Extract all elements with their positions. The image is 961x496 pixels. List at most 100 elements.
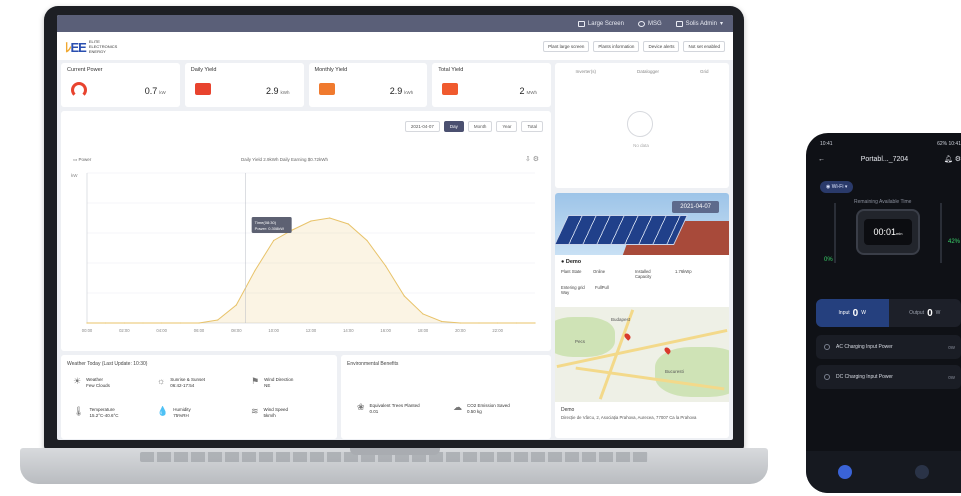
tab-grid[interactable]: Grid [700,69,709,74]
data-point [310,220,312,222]
data-point [86,322,88,324]
stat-card-monthly-yield: Monthly Yield 2.9 kWh [308,63,428,107]
plant-large-screen-button[interactable]: Plant large screen [543,40,590,52]
data-point [497,322,499,324]
device-title: Portabl..._7204 [860,155,909,163]
plant-photo: 2021-04-07 [555,193,729,255]
trackpad-notch [350,448,440,455]
device-panel: Inverter(s) Datalogger Grid No data [555,63,729,188]
phone-status-bar: 10:41 62% 10:41 [820,141,961,147]
data-point [385,265,387,267]
x-tick-label: 06:00 [194,328,205,333]
x-tick-label: 20:00 [455,328,466,333]
stat-card-current-power: Current Power 0.7 kW [61,63,180,107]
weather-icon: ☀ [73,376,82,386]
x-tick-label: 08:00 [231,328,242,333]
weather-item: ☀ Weather Few Clouds [73,376,110,389]
dc-charging-row[interactable]: DC Charging Input Power 0W [816,365,961,389]
home-tab-icon[interactable] [837,465,852,479]
environmental-panel: Environmental Benefits ❀ Equivalent Trees… [341,355,551,439]
tree-icon: ❀ [357,402,365,412]
x-tick-label: 18:00 [418,328,429,333]
x-tick-label: 00:00 [82,328,93,333]
laptop-base [20,448,768,484]
back-arrow-icon[interactable]: ← [818,156,825,163]
sunrise-icon: ☼ [157,376,166,386]
io-switch: Input 0 W Output 0 W [816,299,961,327]
tab-datalogger[interactable]: Datalogger [637,69,659,74]
empty-state-icon [627,111,653,137]
phone-nav: ← Portabl..._7204 🔔︎ ⚙ [818,155,961,164]
not-set-enabled-button[interactable]: Not set enabled [683,40,725,52]
large-screen-button[interactable]: Large Screen [577,20,624,27]
data-point [329,217,331,219]
msg-button[interactable]: MSG [637,20,662,27]
data-point [441,320,443,323]
date-picker[interactable]: 2021-04-07 [404,121,440,132]
chevron-down-icon: ▾ [719,21,723,27]
weather-item: ⚑ Wind Direction NE [251,376,294,389]
chart-toolbar: 2021-04-07 Day Month Year Total [404,121,543,132]
x-tick-label: 22:00 [492,328,503,333]
x-tick-label: 14:00 [343,328,354,333]
download-icon[interactable]: ⇩ ⚙ [525,155,539,163]
wind-direction-icon: ⚑ [251,376,260,386]
humidity-icon: 💧 [157,406,169,416]
logo: ﾚEE ELITE ELECTRONICS ENERGY [65,38,118,55]
data-point [142,322,144,324]
data-point [198,322,200,324]
output-tab[interactable]: Output 0 W [889,299,961,327]
tab-month[interactable]: Month [467,121,493,132]
cloud-icon: ☁ [453,402,462,412]
tooltip-time: Time(08:30) [255,220,277,225]
ac-icon [824,344,830,350]
header: ﾚEE ELITE ELECTRONICS ENERGY Plant large… [57,32,733,60]
tab-total[interactable]: Total [521,121,543,132]
plants-information-button[interactable]: Plants information [593,40,640,52]
y-axis-label: kW [71,173,78,178]
gauge-icon [71,82,87,98]
plant-map[interactable]: Budapest Pecs Bucuresti [555,307,729,402]
weather-panel: Weather Today (Last Update: 10:30) ☀ Weat… [61,355,337,439]
chart-legend[interactable]: ▭ Power [73,157,91,163]
tab-year[interactable]: Year [496,121,518,132]
plant-name: ● Demo [561,259,582,265]
data-point [161,322,163,324]
series-area [87,218,535,323]
ac-charging-row[interactable]: AC Charging Input Power 0W [816,335,961,359]
data-point [291,229,293,231]
env-item: ☁ CO2 Emission Saved 0.50 kg [453,402,510,415]
tab-inverters[interactable]: Inverter(s) [575,69,596,74]
device-alerts-button[interactable]: Device alerts [643,40,680,52]
device-composite: Large Screen MSG Solis Admin ▾ ﾚEE ELITE… [0,0,961,496]
x-tick-label: 04:00 [156,328,167,333]
data-point [403,295,405,297]
battery-icon [194,83,211,95]
data-point [366,239,368,242]
data-point [422,313,424,315]
bell-icon[interactable]: 🔔︎ ⚙ [944,155,961,163]
input-tab[interactable]: Input 0 W [816,299,889,327]
tooltip-value: Power: 0.308kW [255,226,285,231]
weather-item: 💧 Humidity 75%RH [157,406,191,419]
temperature-icon: 🌡 [73,406,85,416]
x-tick-label: 10:00 [268,328,279,333]
phone-tab-bar [806,451,961,493]
wifi-badge[interactable]: ◉ Wi-Fi ▾ [820,181,854,193]
data-point [254,269,256,272]
header-actions: Plant large screen Plants information De… [543,40,725,52]
stat-card-total-yield: Total Yield 2 MWh [432,63,551,107]
laptop-screen: Large Screen MSG Solis Admin ▾ ﾚEE ELITE… [57,15,733,440]
tab-day[interactable]: Day [443,121,464,132]
data-point [105,322,107,324]
data-point [179,322,181,324]
weather-item: ≋ Wind Speed 5km/h [251,406,289,419]
data-point [534,322,536,324]
wind-speed-icon: ≋ [251,406,259,416]
settings-tab-icon[interactable] [915,465,930,479]
data-point [235,304,237,306]
stat-card-daily-yield: Daily Yield 2.9 kWh [184,63,304,107]
map-pin-icon[interactable] [623,332,632,341]
weather-item: ☼ Sunrise & Sunset 06:42-17:54 [157,376,206,389]
user-menu[interactable]: Solis Admin ▾ [675,20,723,27]
